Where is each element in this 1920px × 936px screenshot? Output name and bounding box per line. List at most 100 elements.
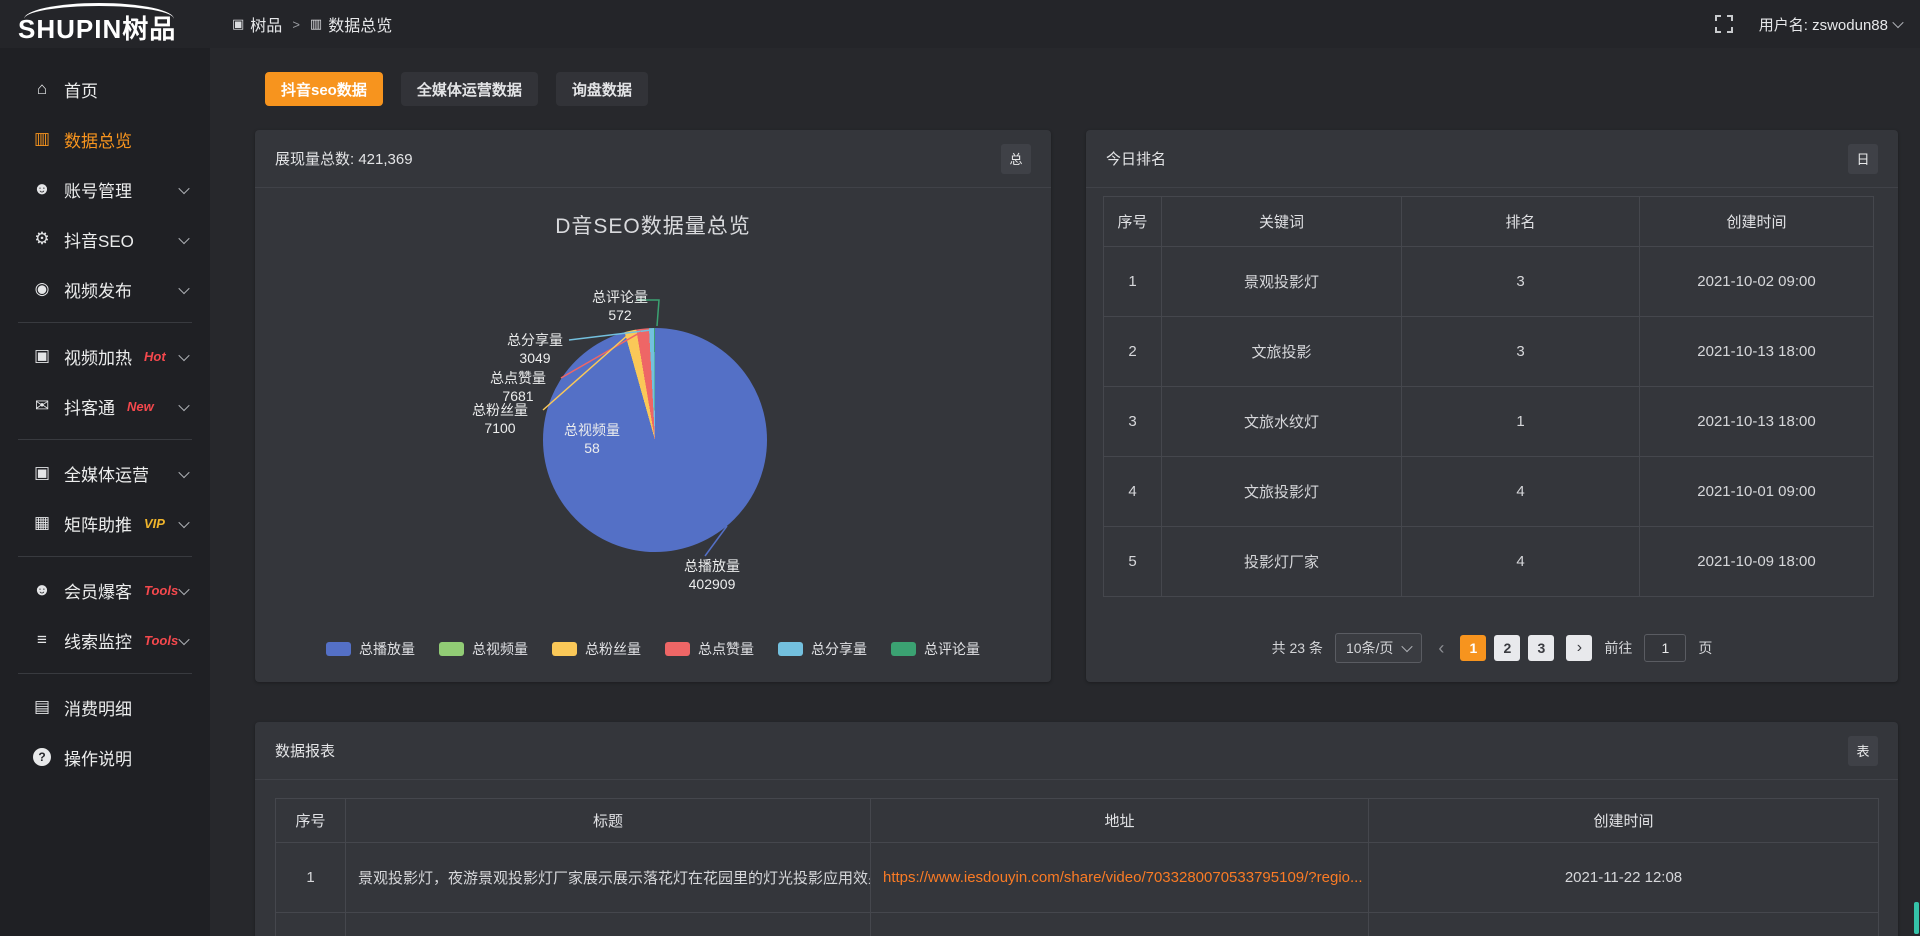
legend-item[interactable]: 总点赞量 — [665, 639, 754, 659]
sidebar-item[interactable]: ▥ 数据总览 — [0, 114, 210, 164]
ranking-panel-header: 今日排名 日 — [1086, 130, 1898, 188]
breadcrumb-item-home[interactable]: ▣ 树品 — [232, 12, 282, 36]
cell-index: 1 — [276, 843, 346, 913]
cell-index: 1 — [1104, 247, 1162, 317]
legend-label: 总播放量 — [359, 639, 415, 659]
tab[interactable]: 全媒体运营数据 — [401, 72, 538, 106]
table-toggle-button[interactable]: 表 — [1848, 736, 1878, 766]
table-row — [276, 913, 1879, 936]
chevron-down-icon — [178, 400, 189, 411]
cell-rank: 4 — [1402, 457, 1640, 527]
sidebar-item-badge: Tools — [144, 633, 178, 648]
sidebar-item-icon: ▣ — [30, 346, 54, 366]
page-button[interactable]: 3 — [1528, 635, 1554, 661]
cell-index: 3 — [1104, 387, 1162, 457]
ranking-panel: 今日排名 日 序号 关键词 排名 创建时间 1 — [1086, 130, 1898, 682]
cell-keyword: 文旅投影灯 — [1162, 457, 1402, 527]
chevron-down-icon — [178, 183, 189, 194]
legend-swatch — [778, 642, 803, 656]
scrollbar-thumb[interactable] — [1914, 902, 1919, 934]
sidebar-item[interactable]: ⌂ 首页 — [0, 64, 210, 114]
sidebar-item[interactable]: ☻ 会员爆客 Tools — [0, 565, 210, 615]
sidebar-item-label: 操作说明 — [64, 745, 132, 770]
sidebar-item-label: 视频加热 — [64, 344, 132, 369]
day-toggle-button[interactable]: 日 — [1848, 144, 1878, 174]
col-header-created: 创建时间 — [1369, 799, 1879, 843]
cell-created: 2021-10-02 09:00 — [1640, 247, 1874, 317]
user-menu[interactable]: 用户名: zswodun88 — [1759, 14, 1902, 35]
sidebar-item-badge: Tools — [144, 583, 178, 598]
tab[interactable]: 询盘数据 — [556, 72, 648, 106]
sidebar-item[interactable]: ▣ 视频加热 Hot — [0, 331, 210, 381]
legend-item[interactable]: 总粉丝量 — [552, 639, 641, 659]
legend-item[interactable]: 总播放量 — [326, 639, 415, 659]
table-row: 1 景观投影灯，夜游景观投影灯厂家展示展示落花灯在花园里的灯光投影应用效果 # … — [276, 843, 1879, 913]
pie-label-fans: 总粉丝量7100 — [472, 401, 528, 437]
legend-label: 总点赞量 — [698, 639, 754, 659]
report-panel: 数据报表 表 序号 标题 地址 创建时间 1 — [255, 722, 1898, 936]
report-panel-header: 数据报表 表 — [255, 722, 1898, 780]
ranking-table-area: 序号 关键词 排名 创建时间 1 景观投影灯 3 2021-10-02 09:0… — [1086, 188, 1898, 681]
sidebar-item[interactable]: ? 操作说明 — [0, 732, 210, 782]
cell-rank: 3 — [1402, 317, 1640, 387]
pie-label-shares: 总分享量3049 — [507, 331, 563, 367]
legend-item[interactable]: 总分享量 — [778, 639, 867, 659]
cell-rank: 1 — [1402, 387, 1640, 457]
chart-legend: 总播放量 总视频量 总粉丝量 总点赞量 — [255, 639, 1051, 659]
legend-label: 总粉丝量 — [585, 639, 641, 659]
sidebar-item-icon: ☻ — [30, 580, 54, 600]
total-toggle-button[interactable]: 总 — [1001, 144, 1031, 174]
legend-swatch — [665, 642, 690, 656]
fullscreen-icon[interactable] — [1715, 15, 1733, 33]
pie-chart-area: D音SEO数据量总览 总评论量572 总分享量3049 总点赞量7681 总粉丝… — [255, 188, 1051, 681]
pagination-total: 共 23 条 — [1272, 638, 1323, 658]
goto-page-input[interactable] — [1644, 634, 1686, 662]
cell-created — [1369, 913, 1879, 936]
legend-item[interactable]: 总评论量 — [891, 639, 980, 659]
legend-label: 总视频量 — [472, 639, 528, 659]
next-page-button[interactable]: › — [1566, 635, 1592, 661]
prev-page-button[interactable]: ‹ — [1434, 638, 1448, 659]
col-header-index: 序号 — [276, 799, 346, 843]
sidebar-item-icon: ⌂ — [30, 79, 54, 99]
table-row: 3 文旅水纹灯 1 2021-10-13 18:00 — [1104, 387, 1874, 457]
sidebar-item[interactable]: ▦ 矩阵助推 VIP — [0, 498, 210, 548]
sidebar-item-label: 账号管理 — [64, 177, 132, 202]
pie-label-comments: 总评论量572 — [592, 288, 648, 324]
cell-title: 景观投影灯，夜游景观投影灯厂家展示展示落花灯在花园里的灯光投影应用效果 # — [346, 843, 871, 913]
pie-label-videos: 总视频量58 — [564, 421, 620, 457]
cell-keyword: 文旅水纹灯 — [1162, 387, 1402, 457]
pie-label-plays: 总播放量402909 — [684, 557, 740, 593]
sidebar-item[interactable]: ◉ 视频发布 — [0, 264, 210, 314]
sidebar-item-badge: VIP — [144, 516, 165, 531]
table-row: 5 投影灯厂家 4 2021-10-09 18:00 — [1104, 527, 1874, 597]
sidebar-item-label: 数据总览 — [64, 127, 132, 152]
sidebar-item[interactable]: ☻ 账号管理 — [0, 164, 210, 214]
user-area: 用户名: zswodun88 — [1715, 0, 1902, 48]
cell-index — [276, 913, 346, 936]
sidebar-item-icon: ▥ — [30, 129, 54, 149]
tab[interactable]: 抖音seo数据 — [265, 72, 383, 106]
page-size-select[interactable]: 10条/页 — [1335, 633, 1422, 663]
page-button[interactable]: 2 — [1494, 635, 1520, 661]
legend-item[interactable]: 总视频量 — [439, 639, 528, 659]
video-link[interactable]: https://www.iesdouyin.com/share/video/70… — [883, 869, 1363, 886]
sidebar-item[interactable]: ▣ 全媒体运营 — [0, 448, 210, 498]
sidebar-item[interactable]: ≡ 线索监控 Tools — [0, 615, 210, 665]
chevron-down-icon — [178, 283, 189, 294]
chevron-down-icon — [178, 584, 189, 595]
chevron-down-icon — [1892, 17, 1903, 28]
sidebar-divider — [18, 322, 192, 323]
chevron-down-icon — [178, 350, 189, 361]
page-button[interactable]: 1 — [1460, 635, 1486, 661]
cell-keyword: 文旅投影 — [1162, 317, 1402, 387]
goto-suffix: 页 — [1698, 638, 1712, 658]
col-header-url: 地址 — [871, 799, 1369, 843]
report-table-header-row: 序号 标题 地址 创建时间 — [276, 799, 1879, 843]
sidebar-item-icon: ≡ — [30, 630, 54, 650]
sidebar-item[interactable]: ▤ 消费明细 — [0, 682, 210, 732]
breadcrumb-item-current[interactable]: ▥ 数据总览 — [310, 12, 392, 36]
sidebar-item[interactable]: ⚙ 抖音SEO — [0, 214, 210, 264]
sidebar-item[interactable]: ✉ 抖客通 New — [0, 381, 210, 431]
table-row: 4 文旅投影灯 4 2021-10-01 09:00 — [1104, 457, 1874, 527]
